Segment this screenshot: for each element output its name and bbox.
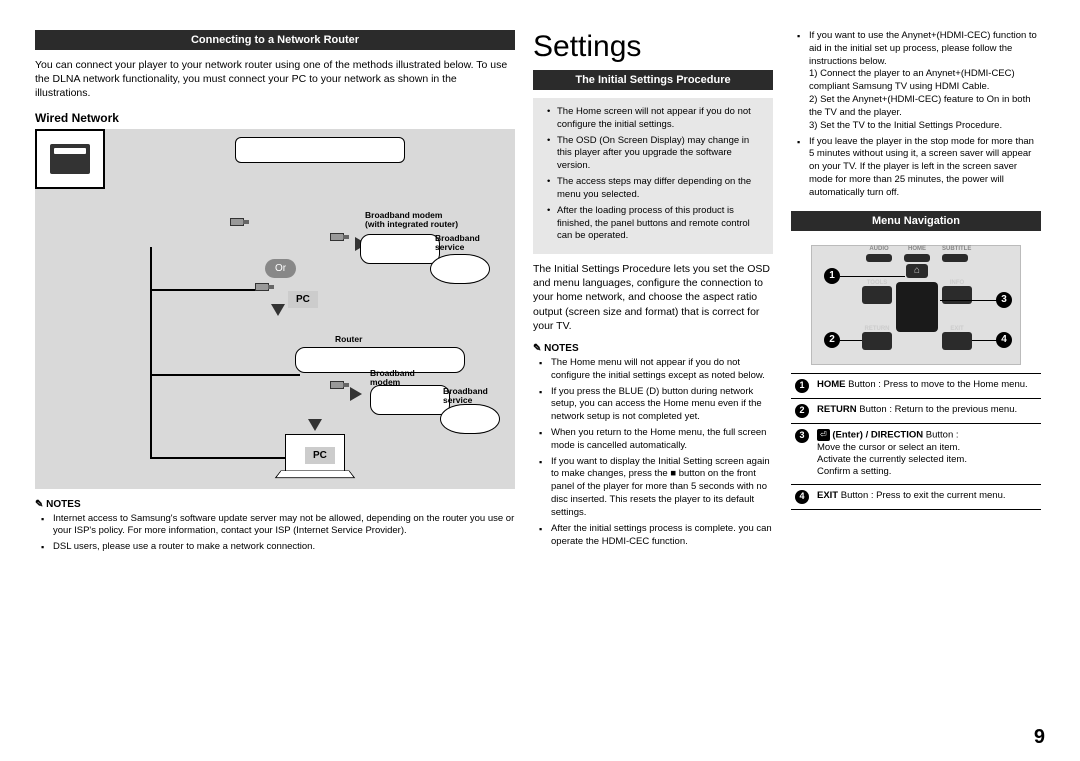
- notes-heading-left: NOTES: [35, 499, 515, 510]
- label-exit: EXIT: [942, 326, 972, 332]
- subhead-wired: Wired Network: [35, 111, 515, 125]
- exit-button-icon: [942, 332, 972, 350]
- section-bar-initial: The Initial Settings Procedure: [533, 70, 773, 90]
- modem-icon: [370, 385, 450, 415]
- tools-button-icon: [862, 286, 892, 304]
- column-left: Connecting to a Network Router You can c…: [35, 30, 515, 557]
- column-middle: Settings The Initial Settings Procedure …: [533, 30, 773, 557]
- note-item: After the initial settings process is co…: [551, 523, 773, 549]
- initial-settings-paragraph: The Initial Settings Procedure lets you …: [533, 262, 773, 333]
- note-item: DSL users, please use a router to make a…: [53, 541, 515, 554]
- page-number: 9: [1034, 726, 1045, 749]
- table-row: 1 HOME Button : Press to move to the Hom…: [791, 373, 1041, 398]
- intro-text: You can connect your player to your netw…: [35, 58, 515, 101]
- cloud-icon-2: [440, 404, 500, 434]
- note-item: If you want to display the Initial Setti…: [551, 456, 773, 520]
- label-subtitle: SUBTITLE: [942, 246, 968, 252]
- cell-desc: ⏎ (Enter) / DIRECTION Button :Move the c…: [813, 423, 1041, 484]
- note-item: The Home menu will not appear if you do …: [551, 357, 773, 383]
- settings-title: Settings: [533, 30, 773, 64]
- note-item: If you leave the player in the stop mode…: [809, 136, 1041, 200]
- label-bbmodem: Broadband modem: [370, 369, 420, 388]
- label-info: INFO: [942, 280, 972, 286]
- section-bar-menu-nav: Menu Navigation: [791, 211, 1041, 231]
- table-row: 2 RETURN Button : Return to the previous…: [791, 398, 1041, 423]
- enter-key-icon: ⏎: [817, 429, 830, 441]
- label-modem-integrated: Broadband modem (with integrated router): [365, 211, 458, 230]
- notes-list-right-top: If you want to use the Anynet+(HDMI-CEC)…: [809, 30, 1041, 203]
- manual-page: Connecting to a Network Router You can c…: [35, 30, 1045, 557]
- cloud-icon: [430, 254, 490, 284]
- modem-integrated-icon: [360, 234, 440, 264]
- callout-1: 1: [824, 268, 840, 284]
- label-audio: AUDIO: [866, 246, 892, 252]
- callout-2: 2: [824, 332, 840, 348]
- home-button-icon: [906, 264, 928, 278]
- table-row: 3 ⏎ (Enter) / DIRECTION Button :Move the…: [791, 423, 1041, 484]
- label-bbservice-2: Broadband service: [443, 387, 488, 406]
- ethernet-port-icon: [35, 129, 105, 189]
- cell-desc: HOME Button : Press to move to the Home …: [813, 373, 1041, 398]
- note-item: When you return to the Home menu, the fu…: [551, 427, 773, 453]
- section-bar-connecting: Connecting to a Network Router: [35, 30, 515, 50]
- wired-network-diagram: Or Broadband modem (with integrated rout…: [35, 129, 515, 489]
- cell-desc: RETURN Button : Return to the previous m…: [813, 398, 1041, 423]
- label-home: HOME: [904, 246, 930, 252]
- gray-item: After the loading process of this produc…: [549, 205, 763, 243]
- gray-item: The OSD (On Screen Display) may change i…: [549, 135, 763, 173]
- direction-pad-icon: [896, 282, 938, 332]
- callout-4: 4: [996, 332, 1012, 348]
- gray-info-box: The Home screen will not appear if you d…: [533, 98, 773, 254]
- remote-diagram: AUDIO HOME SUBTITLE TOOLS INFO RETURN EX…: [811, 245, 1021, 365]
- pc-label-2: PC: [305, 447, 335, 464]
- pc-label-1: PC: [288, 291, 318, 308]
- notes-list-mid: The Home menu will not appear if you do …: [551, 357, 773, 551]
- notes-heading-mid: NOTES: [533, 343, 773, 354]
- notes-list-left: Internet access to Samsung's software up…: [53, 513, 515, 557]
- label-tools: TOOLS: [862, 280, 892, 286]
- gray-item: The access steps may differ depending on…: [549, 176, 763, 202]
- table-row: 4 EXIT Button : Press to exit the curren…: [791, 484, 1041, 509]
- cell-desc: EXIT Button : Press to exit the current …: [813, 484, 1041, 509]
- note-item: Internet access to Samsung's software up…: [53, 513, 515, 539]
- gray-item: The Home screen will not appear if you d…: [549, 106, 763, 132]
- callout-3: 3: [996, 292, 1012, 308]
- info-button-icon: [942, 286, 972, 304]
- return-button-icon: [862, 332, 892, 350]
- label-router: Router: [335, 335, 362, 344]
- label-return: RETURN: [862, 326, 892, 332]
- menu-nav-table: 1 HOME Button : Press to move to the Hom…: [791, 373, 1041, 510]
- note-item: If you want to use the Anynet+(HDMI-CEC)…: [809, 30, 1041, 133]
- or-label: Or: [265, 259, 296, 278]
- note-item: If you press the BLUE (D) button during …: [551, 386, 773, 424]
- label-bbservice-1: Broadband service: [435, 234, 480, 253]
- column-right: If you want to use the Anynet+(HDMI-CEC)…: [791, 30, 1041, 557]
